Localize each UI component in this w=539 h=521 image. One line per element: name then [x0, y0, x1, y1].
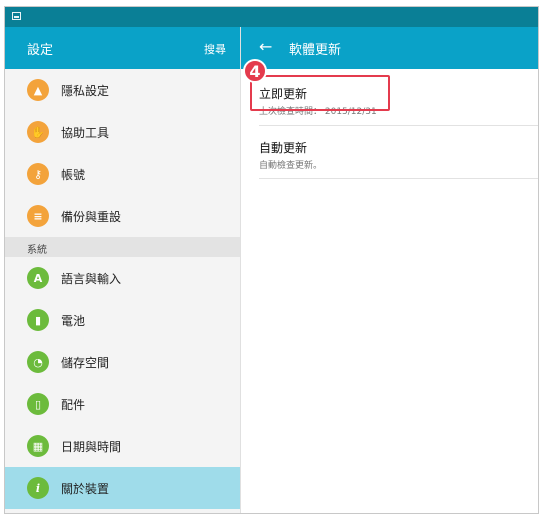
key-icon: ⚷ [27, 163, 49, 185]
sidebar-item-label: 儲存空間 [61, 356, 110, 370]
divider [259, 125, 538, 126]
section-header-system: 系統 [5, 237, 240, 257]
sidebar-item-label: 日期與時間 [61, 440, 122, 454]
sidebar-header: 設定 搜尋 [5, 27, 240, 69]
page-title: 軟體更新 [289, 43, 342, 58]
sidebar-item-language-input[interactable]: A 語言與輸入 [5, 257, 240, 299]
sidebar-item-about-device[interactable]: i 關於裝置 [5, 467, 240, 509]
sidebar-item-backup-reset[interactable]: ≡ 備份與重設 [5, 195, 240, 237]
battery-icon: ▮ [27, 309, 49, 331]
setting-title: 自動更新 [259, 141, 308, 155]
step-number-badge: 4 [243, 59, 267, 83]
back-arrow-icon[interactable]: ← [259, 37, 272, 56]
image-notification-icon [12, 12, 21, 20]
sidebar-item-privacy[interactable]: ▲ 隱私設定 [5, 69, 240, 111]
sidebar-item-date-time[interactable]: ▦ 日期與時間 [5, 425, 240, 467]
sidebar-item-label: 備份與重設 [61, 210, 122, 224]
language-icon: A [27, 267, 49, 289]
section-label: 系統 [27, 245, 47, 256]
sidebar-item-battery[interactable]: ▮ 電池 [5, 299, 240, 341]
sidebar-item-accessibility[interactable]: ✋ 協助工具 [5, 111, 240, 153]
sidebar-item-label: 電池 [61, 314, 86, 328]
sidebar-item-label: 配件 [61, 398, 86, 412]
annotation-highlight-box [250, 75, 390, 111]
setting-subtitle: 自動檢查更新。 [259, 161, 323, 171]
search-button[interactable]: 搜尋 [204, 41, 226, 57]
sidebar-item-label: 帳號 [61, 168, 86, 182]
status-bar [5, 7, 538, 27]
accessibility-hand-icon: ✋ [27, 121, 49, 143]
sidebar-item-label: 語言與輸入 [61, 272, 122, 286]
accessory-icon: ▯ [27, 393, 49, 415]
calendar-icon: ▦ [27, 435, 49, 457]
storage-icon: ◔ [27, 351, 49, 373]
sidebar-title: 設定 [27, 43, 54, 58]
setting-auto-update[interactable]: 自動更新 自動檢查更新。 [259, 139, 538, 187]
sidebar-item-accessories[interactable]: ▯ 配件 [5, 383, 240, 425]
detail-header: ← 軟體更新 [241, 27, 538, 69]
privacy-icon: ▲ [27, 79, 49, 101]
sidebar-item-storage[interactable]: ◔ 儲存空間 [5, 341, 240, 383]
sidebar-item-label: 隱私設定 [61, 84, 110, 98]
settings-sidebar: 設定 搜尋 ▲ 隱私設定 ✋ 協助工具 ⚷ 帳號 ≡ 備份與重設 系統 A 語言… [5, 27, 241, 513]
divider [259, 178, 538, 179]
backup-icon: ≡ [27, 205, 49, 227]
sidebar-item-label: 協助工具 [61, 126, 110, 140]
sidebar-item-accounts[interactable]: ⚷ 帳號 [5, 153, 240, 195]
info-icon: i [27, 477, 49, 499]
sidebar-item-label: 關於裝置 [61, 482, 110, 496]
